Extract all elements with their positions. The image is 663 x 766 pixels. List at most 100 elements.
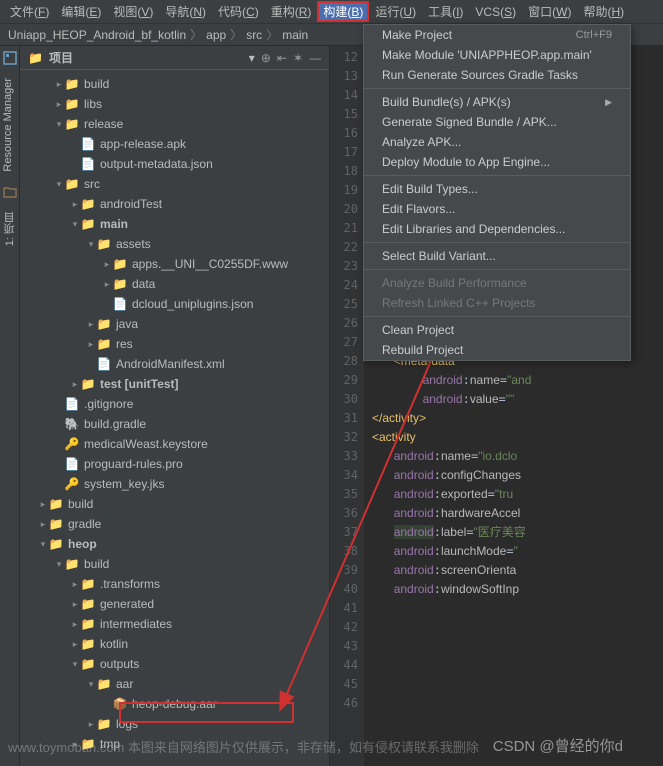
menu-9[interactable]: VCS(S): [469, 3, 522, 21]
breadcrumb-item[interactable]: main: [282, 28, 308, 42]
tree-row[interactable]: ▾📁aar: [20, 674, 329, 694]
menu-item[interactable]: Select Build Variant...: [364, 246, 630, 266]
tree-row[interactable]: ▸📁generated: [20, 594, 329, 614]
tree-row[interactable]: 📄.gitignore: [20, 394, 329, 414]
tree-row[interactable]: ▸📁res: [20, 334, 329, 354]
tree-row[interactable]: ▸📁java: [20, 314, 329, 334]
tree-arrow-icon[interactable]: ▸: [54, 74, 64, 94]
tree-arrow-icon[interactable]: ▸: [70, 574, 80, 594]
tree-row[interactable]: ▾📁release: [20, 114, 329, 134]
breadcrumb-item[interactable]: app: [206, 28, 226, 42]
tree-row[interactable]: ▸📁intermediates: [20, 614, 329, 634]
tree-row[interactable]: 🐘build.gradle: [20, 414, 329, 434]
tree-row[interactable]: 🔑system_key.jks: [20, 474, 329, 494]
tree-row[interactable]: ▸📁gradle: [20, 514, 329, 534]
tree-row[interactable]: 📦heop-debug.aar: [20, 694, 329, 714]
menu-item[interactable]: Edit Libraries and Dependencies...: [364, 219, 630, 239]
menu-3[interactable]: 导航(N): [159, 1, 212, 22]
tree-arrow-icon[interactable]: ▸: [70, 634, 80, 654]
locate-icon[interactable]: ⊕: [261, 51, 271, 65]
menu-4[interactable]: 代码(C): [212, 1, 265, 22]
menu-2[interactable]: 视图(V): [107, 1, 159, 22]
menu-5[interactable]: 重构(R): [265, 1, 318, 22]
tree-row[interactable]: ▾📁src: [20, 174, 329, 194]
tree-row[interactable]: ▾📁build: [20, 554, 329, 574]
tree-row[interactable]: 📄proguard-rules.pro: [20, 454, 329, 474]
menu-item[interactable]: Generate Signed Bundle / APK...: [364, 112, 630, 132]
tree-row[interactable]: 📄app-release.apk: [20, 134, 329, 154]
tree-arrow-icon[interactable]: ▸: [70, 194, 80, 214]
tree-arrow-icon[interactable]: ▸: [70, 594, 80, 614]
dropdown-arrow-icon[interactable]: ▾: [249, 51, 255, 65]
tree-arrow-icon[interactable]: ▾: [70, 214, 80, 234]
tree-arrow-icon[interactable]: ▸: [86, 314, 96, 334]
menu-1[interactable]: 编辑(E): [55, 1, 107, 22]
tree-node-label: proguard-rules.pro: [84, 454, 183, 474]
menu-item[interactable]: Clean Project: [364, 320, 630, 340]
settings-icon[interactable]: ✶: [293, 51, 303, 65]
tree-row[interactable]: ▸📁logs: [20, 714, 329, 734]
tree-arrow-icon[interactable]: ▾: [38, 534, 48, 554]
menu-item[interactable]: Analyze APK...: [364, 132, 630, 152]
tree-row[interactable]: 📄dcloud_uniplugins.json: [20, 294, 329, 314]
tree-arrow-icon[interactable]: ▸: [70, 614, 80, 634]
tree-row[interactable]: ▾📁main: [20, 214, 329, 234]
breadcrumb-item[interactable]: Uniapp_HEOP_Android_bf_kotlin: [8, 28, 186, 42]
tree-row[interactable]: ▸📁kotlin: [20, 634, 329, 654]
menu-10[interactable]: 窗口(W): [522, 1, 577, 22]
tree-row[interactable]: ▸📁.transforms: [20, 574, 329, 594]
left-tab-resource-manager[interactable]: Resource Manager: [0, 70, 16, 180]
menu-7[interactable]: 运行(U): [369, 1, 422, 22]
tree-row[interactable]: ▾📁assets: [20, 234, 329, 254]
collapse-icon[interactable]: ⇤: [277, 51, 287, 65]
left-tab-project[interactable]: 1: 项目: [0, 204, 20, 254]
tree-node-label: data: [132, 274, 155, 294]
menu-item[interactable]: Edit Flavors...: [364, 199, 630, 219]
menu-item-label: Edit Build Types...: [382, 182, 478, 196]
tree-arrow-icon[interactable]: ▸: [70, 374, 80, 394]
menu-8[interactable]: 工具(I): [422, 1, 469, 22]
tree-arrow-icon[interactable]: ▸: [38, 514, 48, 534]
menu-item[interactable]: Rebuild Project: [364, 340, 630, 360]
menu-6[interactable]: 构建(B): [317, 1, 369, 22]
menu-item[interactable]: Build Bundle(s) / APK(s)▶: [364, 92, 630, 112]
menu-item[interactable]: Make ProjectCtrl+F9: [364, 25, 630, 45]
tree-row[interactable]: ▸📁androidTest: [20, 194, 329, 214]
hide-icon[interactable]: —: [309, 51, 321, 65]
breadcrumb-item[interactable]: src: [246, 28, 262, 42]
tree-row[interactable]: ▸📁libs: [20, 94, 329, 114]
tree-node-label: libs: [84, 94, 102, 114]
menu-item[interactable]: Run Generate Sources Gradle Tasks: [364, 65, 630, 85]
tree-arrow-icon[interactable]: ▾: [54, 554, 64, 574]
tree-arrow-icon[interactable]: ▸: [86, 714, 96, 734]
tree-row[interactable]: ▸📁build: [20, 74, 329, 94]
tree-row[interactable]: 🔑medicalWeast.keystore: [20, 434, 329, 454]
menu-item[interactable]: Deploy Module to App Engine...: [364, 152, 630, 172]
tree-node-label: apps.__UNI__C0255DF.www: [132, 254, 288, 274]
project-tree[interactable]: ▸📁build▸📁libs▾📁release📄app-release.apk📄o…: [20, 70, 329, 766]
tree-row[interactable]: 📄output-metadata.json: [20, 154, 329, 174]
menu-11[interactable]: 帮助(H): [577, 1, 630, 22]
tree-arrow-icon[interactable]: ▸: [38, 494, 48, 514]
tree-arrow-icon[interactable]: ▾: [86, 674, 96, 694]
tree-row[interactable]: ▸📁build: [20, 494, 329, 514]
tree-row[interactable]: ▸📁data: [20, 274, 329, 294]
tree-row[interactable]: ▸📁test [unitTest]: [20, 374, 329, 394]
tree-arrow-icon[interactable]: ▸: [102, 274, 112, 294]
tree-arrow-icon[interactable]: ▾: [54, 174, 64, 194]
tree-row[interactable]: 📄AndroidManifest.xml: [20, 354, 329, 374]
menu-item[interactable]: Edit Build Types...: [364, 179, 630, 199]
tree-row[interactable]: ▸📁apps.__UNI__C0255DF.www: [20, 254, 329, 274]
tree-arrow-icon[interactable]: ▸: [102, 254, 112, 274]
tree-arrow-icon[interactable]: ▸: [54, 94, 64, 114]
tree-row[interactable]: ▾📁outputs: [20, 654, 329, 674]
tree-arrow-icon[interactable]: ▾: [54, 114, 64, 134]
tree-arrow-icon[interactable]: ▸: [86, 334, 96, 354]
menu-0[interactable]: 文件(F): [4, 1, 55, 22]
watermark-left: www.toymoban.com 本图来自网络图片仅供展示，非存储，如有侵权请联…: [8, 737, 479, 756]
left-tool-tabs: Resource Manager 1: 项目: [0, 46, 20, 766]
tree-arrow-icon[interactable]: ▾: [86, 234, 96, 254]
tree-arrow-icon[interactable]: ▾: [70, 654, 80, 674]
tree-row[interactable]: ▾📁heop: [20, 534, 329, 554]
menu-item[interactable]: Make Module 'UNIAPPHEOP.app.main': [364, 45, 630, 65]
